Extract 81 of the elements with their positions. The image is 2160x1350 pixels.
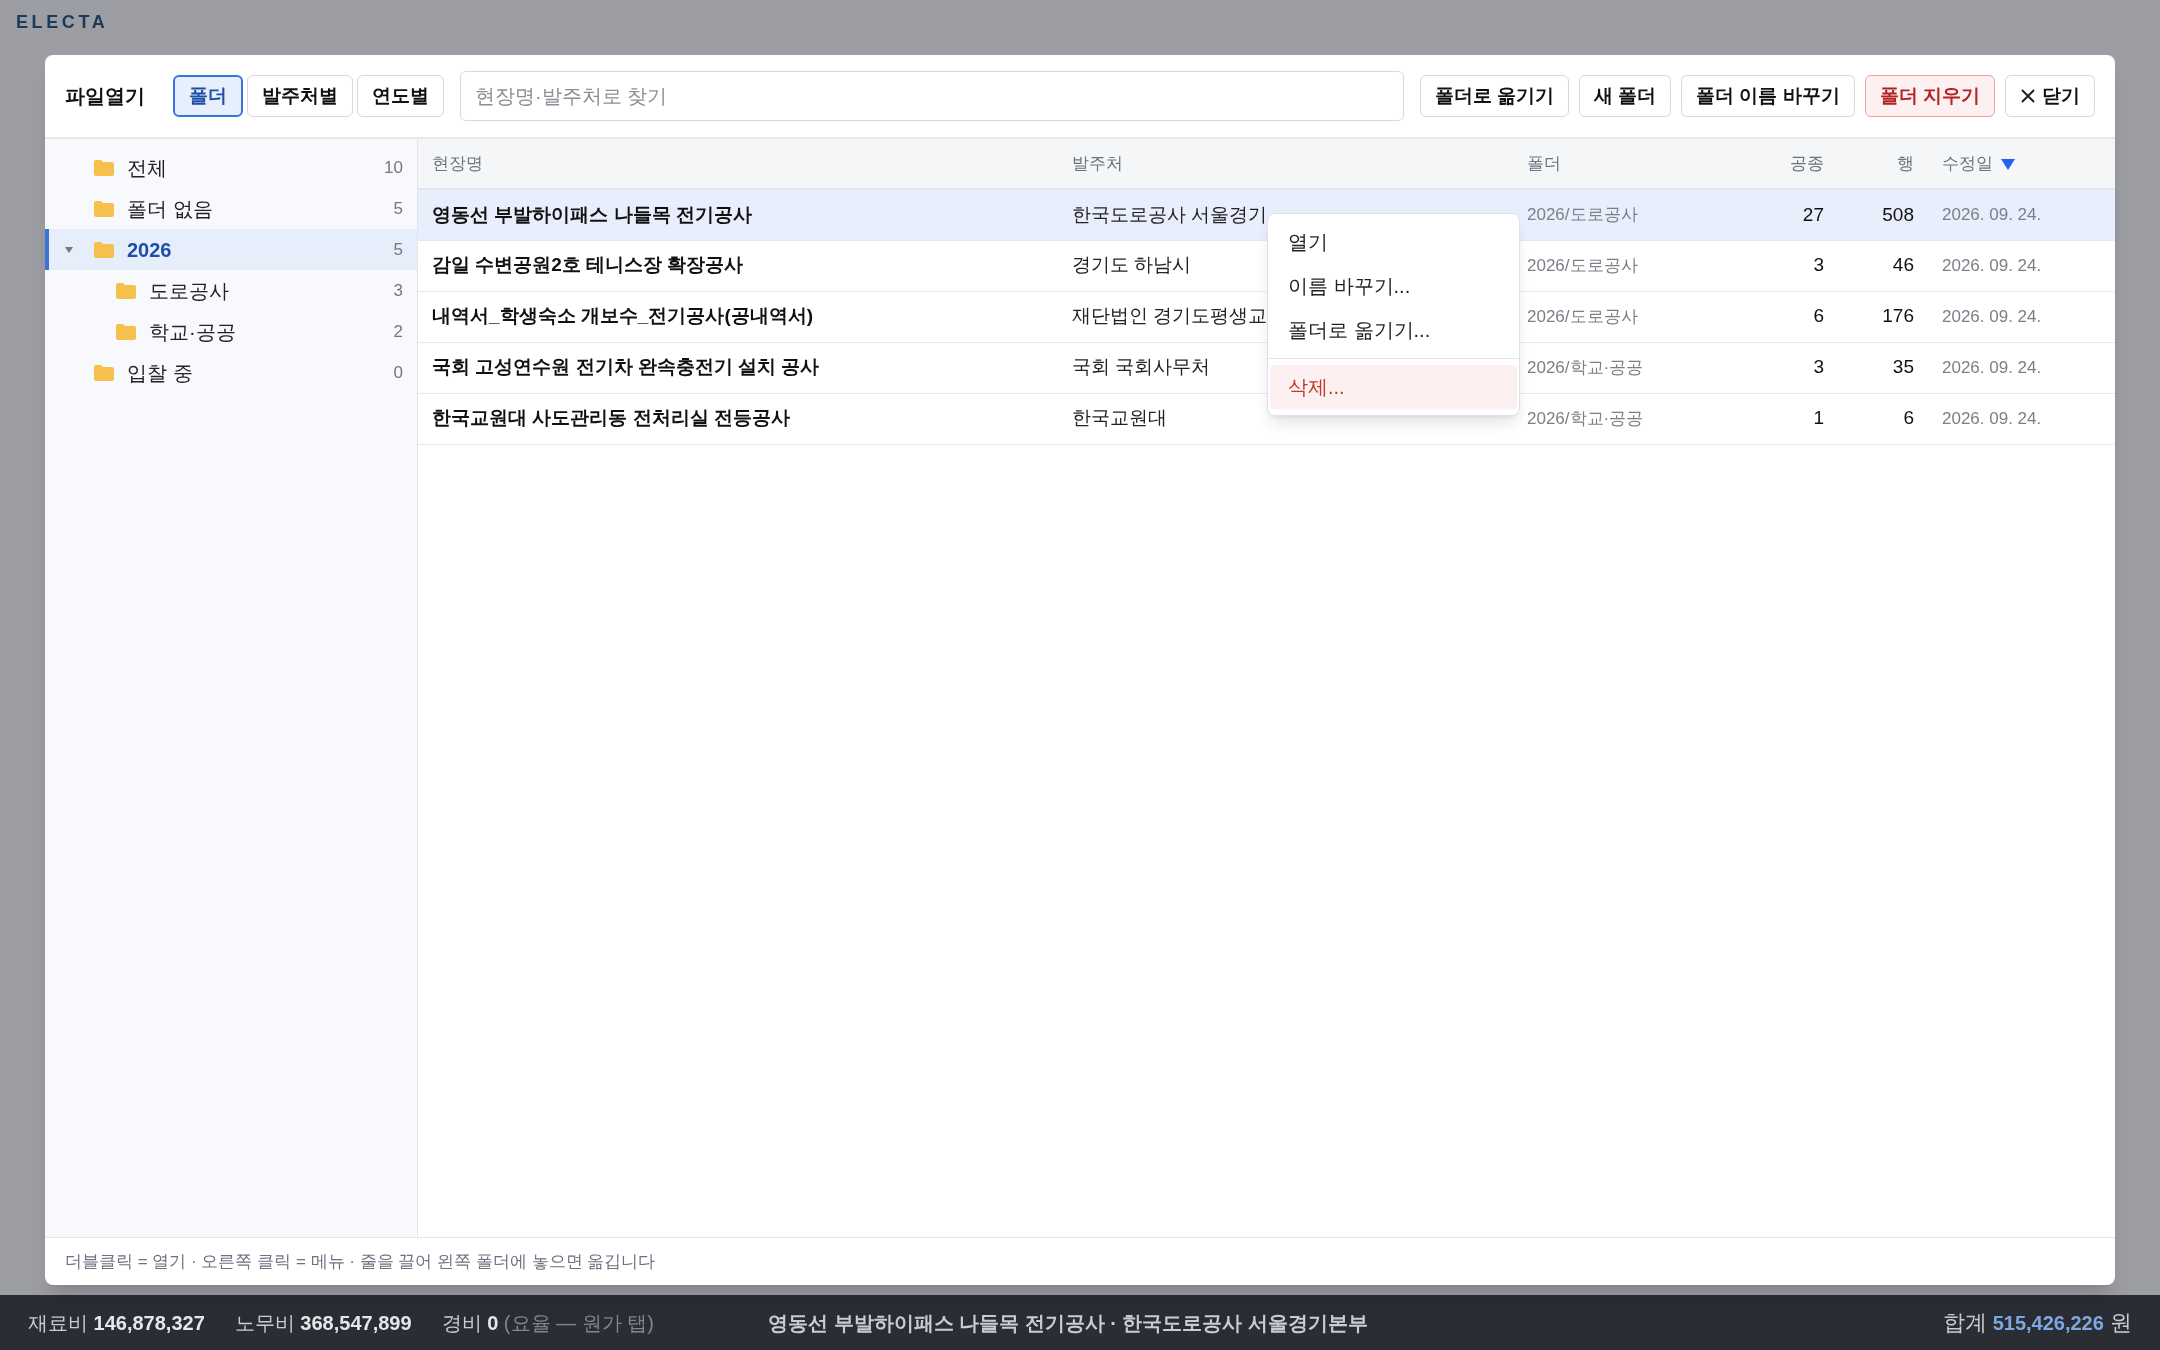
table-cell: 2026. 09. 24. xyxy=(1942,357,2042,377)
table-cell: 2026/학교·공공 xyxy=(1527,408,1644,428)
folder-icon xyxy=(115,322,137,341)
table-cell: 508 xyxy=(1882,203,1914,225)
column-header[interactable]: 발주처 xyxy=(1072,150,1123,177)
folder-icon xyxy=(93,363,115,382)
toolbar-button[interactable]: 폴더로 옮기기 xyxy=(1419,75,1569,117)
folder-icon xyxy=(93,158,115,177)
folder-icon xyxy=(93,199,115,218)
table-cell: 6 xyxy=(1813,305,1824,327)
table-cell: 3 xyxy=(1813,254,1824,276)
table-cell: 35 xyxy=(1892,356,1914,378)
folder-item[interactable]: 폴더 없음 5 xyxy=(45,188,417,229)
table-cell: 3 xyxy=(1813,356,1824,378)
sort-icon[interactable] xyxy=(2001,157,2015,170)
menu-item[interactable]: 삭제... xyxy=(1270,365,1517,409)
table-cell: 한국교원대 사도관리동 전처리실 전등공사 xyxy=(432,407,790,429)
project-summary: 영동선 부발하이패스 나들목 전기공사 · 한국도로공사 서울경기본부 xyxy=(768,1310,1369,1336)
folder-item[interactable]: 2026 5 xyxy=(45,229,417,270)
total-amount: 합계 515,426,226 원 xyxy=(1942,1309,2132,1337)
folder-count: 3 xyxy=(393,279,403,302)
table-cell: 2026/학교·공공 xyxy=(1527,357,1644,377)
caret-icon[interactable] xyxy=(64,245,74,254)
table-cell: 46 xyxy=(1892,254,1914,276)
column-header[interactable]: 폴더 xyxy=(1527,150,1561,177)
table-cell: 2026. 09. 24. xyxy=(1942,205,2042,224)
table-cell: 한국도로공사 서울경기 xyxy=(1072,203,1268,225)
folder-label: 전체 xyxy=(127,155,168,181)
column-header[interactable]: 공종 xyxy=(1790,150,1824,177)
folder-count: 10 xyxy=(384,156,403,179)
folder-label: 학교·공공 xyxy=(149,319,237,345)
table-cell: 내역서_학생숙소 개보수_전기공사(공내역서) xyxy=(432,305,814,327)
view-tab[interactable]: 폴더 xyxy=(173,75,243,117)
column-header[interactable]: 현장명 xyxy=(432,150,483,177)
app-logo: ELECTA xyxy=(16,10,109,34)
search-field[interactable]: 현장명·발주처로 찾기 xyxy=(460,71,1404,121)
folder-item[interactable]: 입찰 중 0 xyxy=(45,352,417,393)
folder-count: 2 xyxy=(393,320,403,343)
column-header[interactable]: 수정일 xyxy=(1942,150,2015,177)
table-cell: 국회 고성연수원 전기차 완속충전기 설치 공사 xyxy=(432,356,820,378)
folder-count: 5 xyxy=(393,238,403,261)
table-cell: 2026. 09. 24. xyxy=(1942,408,2042,428)
table-cell: 국회 국회사무처 xyxy=(1072,356,1211,378)
toolbar-button[interactable]: 폴더 지우기 xyxy=(1864,75,1995,117)
table-cell: 영동선 부발하이패스 나들목 전기공사 xyxy=(432,203,752,225)
cost-summary: 재료비 146,878,327 xyxy=(28,1310,205,1336)
table-cell: 감일 수변공원2호 테니스장 확장공사 xyxy=(432,254,744,276)
close-button[interactable]: 닫기 xyxy=(2005,75,2095,117)
table-cell: 6 xyxy=(1903,407,1914,429)
table-cell: 2026. 09. 24. xyxy=(1942,306,2042,326)
folder-icon xyxy=(93,240,115,259)
toolbar-button[interactable]: 새 폴더 xyxy=(1578,75,1672,117)
folder-label: 도로공사 xyxy=(149,278,230,304)
folder-label: 폴더 없음 xyxy=(127,196,214,222)
folder-item[interactable]: 학교·공공 2 xyxy=(45,311,417,352)
table-cell: 2026/도로공사 xyxy=(1527,306,1638,326)
column-header[interactable]: 행 xyxy=(1897,150,1914,177)
table-cell: 176 xyxy=(1882,305,1914,327)
table-cell: 경기도 하남시 xyxy=(1072,254,1192,276)
folder-item[interactable]: 전체 10 xyxy=(45,147,417,188)
folder-item[interactable]: 도로공사 3 xyxy=(45,270,417,311)
folder-count: 0 xyxy=(393,361,403,384)
table-cell: 2026/도로공사 xyxy=(1527,205,1638,224)
table-cell: 2026. 09. 24. xyxy=(1942,255,2042,275)
cost-summary: 노무비 368,547,899 xyxy=(234,1310,412,1336)
folder-label: 입찰 중 xyxy=(127,360,194,386)
cost-summary: 경비 0 (요율 — 원가 탭) xyxy=(441,1310,654,1336)
folder-count: 5 xyxy=(393,197,403,220)
toolbar-button[interactable]: 폴더 이름 바꾸기 xyxy=(1681,75,1855,117)
view-tab[interactable]: 발주처별 xyxy=(247,75,353,117)
view-tab[interactable]: 연도별 xyxy=(357,75,444,117)
table-cell: 1 xyxy=(1813,407,1824,429)
dialog-title: 파일열기 xyxy=(65,84,145,109)
help-text: 더블클릭 = 열기 · 오른쪽 클릭 = 메뉴 · 줄을 끌어 왼쪽 폴더에 놓으면 옮깁니다 xyxy=(65,1250,656,1273)
table-cell: 2026/도로공사 xyxy=(1527,255,1638,275)
folder-label: 2026 xyxy=(127,237,173,263)
table-cell: 한국교원대 xyxy=(1072,407,1167,429)
folder-icon xyxy=(115,281,137,300)
table-cell: 27 xyxy=(1802,203,1824,225)
close-icon xyxy=(2020,88,2036,104)
table-cell: 재단법인 경기도평생교 xyxy=(1072,305,1268,327)
